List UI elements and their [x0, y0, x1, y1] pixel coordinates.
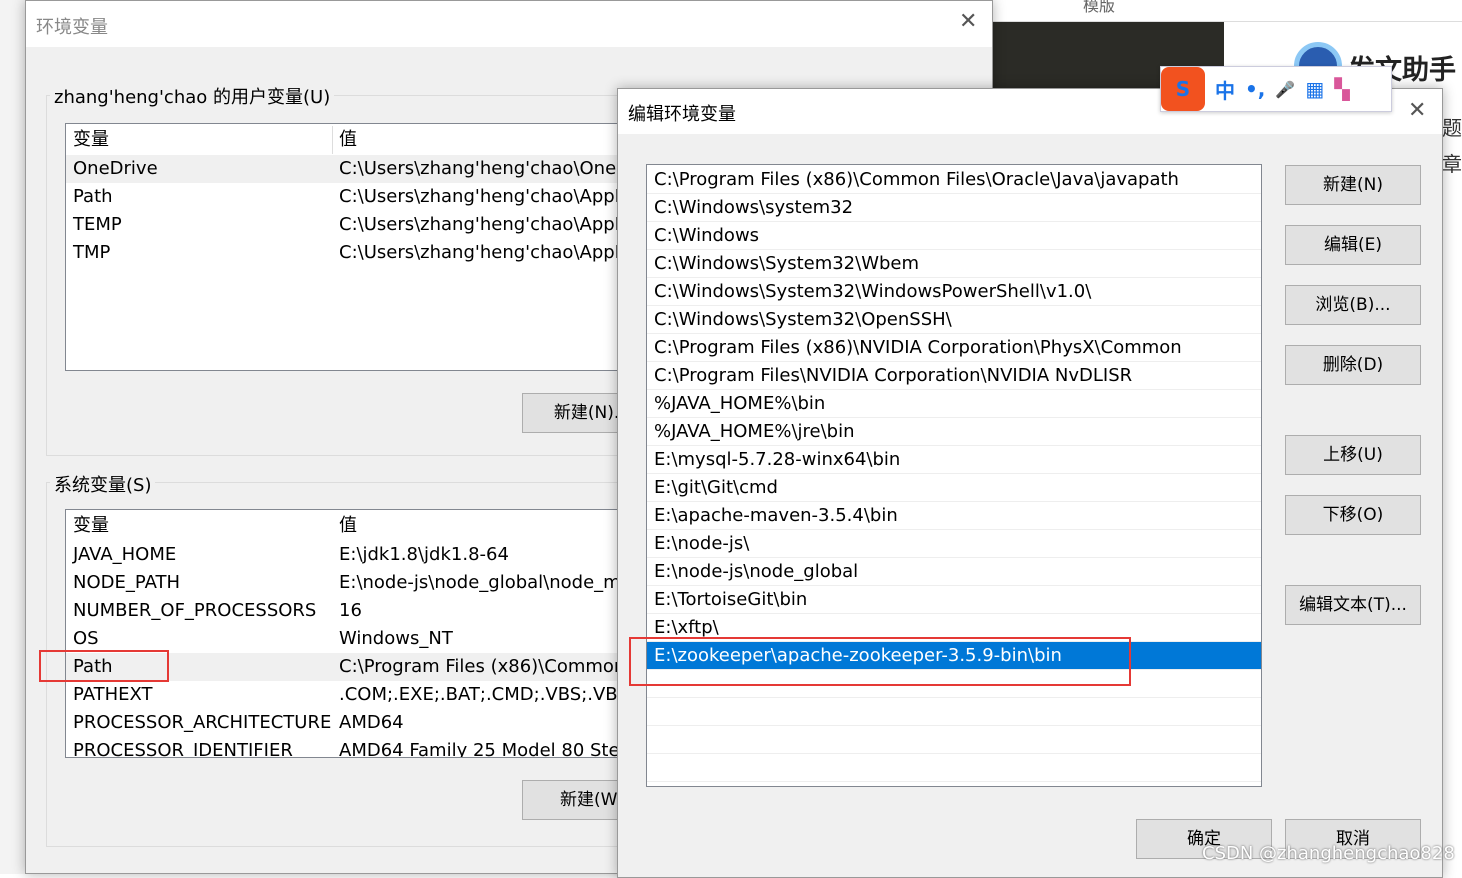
path-item[interactable]: E:\node-js\	[647, 530, 1261, 558]
watermark: CSDN @zhanghengchao828	[1202, 843, 1455, 864]
table-row[interactable]: OS Windows_NT	[66, 625, 664, 653]
var-value: Windows_NT	[339, 628, 453, 649]
path-item[interactable]	[647, 726, 1261, 754]
system-vars-label: 系统变量(S)	[50, 471, 156, 497]
var-value: E:\jdk1.8\jdk1.8-64	[339, 544, 509, 565]
table-row[interactable]: PROCESSOR_IDENTIFIER AMD64 Family 25 Mode…	[66, 737, 664, 758]
path-item[interactable]: C:\Program Files (x86)\NVIDIA Corporatio…	[647, 334, 1261, 362]
microphone-icon[interactable]: 🎤	[1275, 80, 1295, 99]
dialog-title: 编辑环境变量	[628, 104, 736, 125]
var-name: TMP	[73, 242, 111, 263]
edit-env-var-dialog: 编辑环境变量 ✕ C:\Program Files (x86)\Common F…	[617, 88, 1443, 878]
background-window	[0, 0, 25, 874]
table-row[interactable]: TMP C:\Users\zhang'heng'chao\AppD	[66, 239, 664, 267]
path-item[interactable]: C:\Windows\System32\Wbem	[647, 250, 1261, 278]
edit-button[interactable]: 编辑(E)	[1285, 225, 1421, 265]
path-item[interactable]: C:\Windows	[647, 222, 1261, 250]
path-item[interactable]: C:\Windows\system32	[647, 194, 1261, 222]
table-row[interactable]: Path C:\Users\zhang'heng'chao\AppD	[66, 183, 664, 211]
user-vars-table[interactable]: 变量 值 OneDrive C:\Users\zhang'heng'chao\On…	[65, 123, 665, 371]
var-name: NODE_PATH	[73, 572, 181, 593]
path-item[interactable]: E:\mysql-5.7.28-winx64\bin	[647, 446, 1261, 474]
path-item[interactable]: E:\node-js\node_global	[647, 558, 1261, 586]
table-row[interactable]: NUMBER_OF_PROCESSORS 16	[66, 597, 664, 625]
table-row[interactable]: PATHEXT .COM;.EXE;.BAT;.CMD;.VBS;.VBE;.J	[66, 681, 664, 709]
var-value: C:\Users\zhang'heng'chao\AppD	[339, 214, 629, 235]
column-header-value[interactable]: 值	[339, 126, 357, 154]
column-header-value[interactable]: 值	[339, 512, 357, 540]
table-row[interactable]: TEMP C:\Users\zhang'heng'chao\AppD	[66, 211, 664, 239]
ime-toolbar: S 中 •, 🎤 ▦ ▚	[1160, 66, 1392, 112]
close-icon[interactable]: ✕	[959, 9, 977, 34]
punctuation-icon[interactable]: •,	[1245, 77, 1265, 101]
var-value: .COM;.EXE;.BAT;.CMD;.VBS;.VBE;.J	[339, 684, 647, 705]
var-value: E:\node-js\node_global\node_m	[339, 572, 621, 593]
path-list[interactable]: C:\Program Files (x86)\Common Files\Orac…	[646, 164, 1262, 787]
var-name: Path	[73, 186, 113, 207]
title-bar: 环境变量 ✕	[26, 1, 992, 47]
path-item[interactable]: E:\git\Git\cmd	[647, 474, 1261, 502]
browse-button[interactable]: 浏览(B)...	[1285, 285, 1421, 325]
path-item[interactable]	[647, 754, 1261, 782]
var-value: AMD64	[339, 712, 404, 733]
table-header: 变量 值	[66, 512, 664, 540]
path-item[interactable]	[647, 698, 1261, 726]
table-row[interactable]: OneDrive C:\Users\zhang'heng'chao\OneD	[66, 155, 664, 183]
path-item[interactable]: C:\Program Files (x86)\Common Files\Orac…	[647, 166, 1261, 194]
table-row[interactable]: JAVA_HOME E:\jdk1.8\jdk1.8-64	[66, 541, 664, 569]
var-name: PATHEXT	[73, 684, 153, 705]
var-name: JAVA_HOME	[73, 544, 177, 565]
var-value: C:\Users\zhang'heng'chao\OneD	[339, 158, 631, 179]
var-name: PROCESSOR_IDENTIFIER	[73, 740, 293, 758]
column-header-name[interactable]: 变量	[73, 126, 109, 154]
table-row[interactable]: PROCESSOR_ARCHITECTURE AMD64	[66, 709, 664, 737]
var-value: AMD64 Family 25 Model 80 Ster	[339, 740, 627, 758]
background-topbar: 模版	[993, 0, 1462, 22]
user-vars-label: zhang'heng'chao 的用户变量(U)	[50, 83, 335, 109]
table-row[interactable]: NODE_PATH E:\node-js\node_global\node_m	[66, 569, 664, 597]
path-item[interactable]: E:\apache-maven-3.5.4\bin	[647, 502, 1261, 530]
edit-text-button[interactable]: 编辑文本(T)...	[1285, 585, 1421, 625]
dialog-title: 环境变量	[36, 17, 108, 38]
var-value: C:\Users\zhang'heng'chao\AppD	[339, 186, 629, 207]
column-header-name[interactable]: 变量	[73, 512, 109, 540]
path-item[interactable]: %JAVA_HOME%\bin	[647, 390, 1261, 418]
system-vars-table[interactable]: 变量 值 JAVA_HOME E:\jdk1.8\jdk1.8-64 NODE_PA…	[65, 509, 665, 758]
path-item[interactable]: C:\Windows\System32\OpenSSH\	[647, 306, 1261, 334]
var-name: TEMP	[73, 214, 122, 235]
ime-mode-toggle[interactable]: 中	[1215, 75, 1235, 104]
move-down-button[interactable]: 下移(O)	[1285, 495, 1421, 535]
var-value: C:\Users\zhang'heng'chao\AppD	[339, 242, 629, 263]
path-item[interactable]: E:\TortoiseGit\bin	[647, 586, 1261, 614]
var-value: 16	[339, 600, 362, 621]
var-name: NUMBER_OF_PROCESSORS	[73, 600, 317, 621]
toolbox-icon[interactable]: ▚	[1334, 77, 1349, 101]
new-button[interactable]: 新建(N)	[1285, 165, 1421, 205]
delete-button[interactable]: 删除(D)	[1285, 345, 1421, 385]
table-header: 变量 值	[66, 126, 664, 154]
var-name: OneDrive	[73, 158, 158, 179]
sogou-logo-icon[interactable]: S	[1161, 67, 1205, 111]
var-name: PROCESSOR_ARCHITECTURE	[73, 712, 332, 733]
side-char: 章	[1442, 152, 1462, 176]
path-item[interactable]: C:\Windows\System32\WindowsPowerShell\v1…	[647, 278, 1261, 306]
var-value: C:\Program Files (x86)\Common	[339, 656, 626, 677]
highlight-box-path	[39, 650, 169, 682]
var-name: OS	[73, 628, 99, 649]
path-item[interactable]: C:\Program Files\NVIDIA Corporation\NVID…	[647, 362, 1261, 390]
keyboard-icon[interactable]: ▦	[1305, 77, 1324, 101]
highlight-box-zookeeper	[629, 637, 1131, 686]
move-up-button[interactable]: 上移(U)	[1285, 435, 1421, 475]
path-item[interactable]: %JAVA_HOME%\jre\bin	[647, 418, 1261, 446]
close-icon[interactable]: ✕	[1408, 98, 1426, 123]
side-char: 题	[1442, 116, 1462, 140]
